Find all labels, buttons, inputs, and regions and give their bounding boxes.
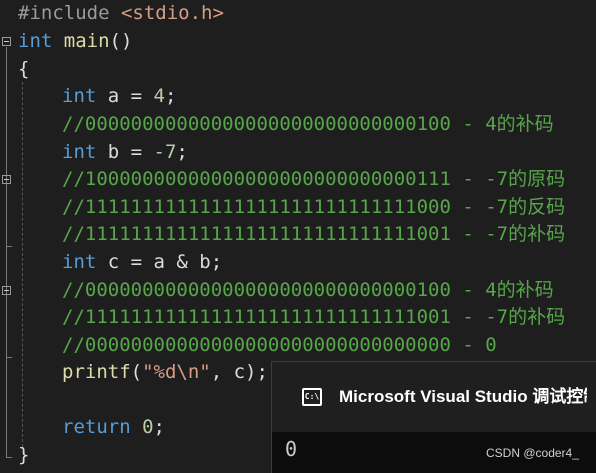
keyword-int: int [62,141,97,163]
preprocessor-directive: #include [18,2,110,24]
decl-a-line: int a = 4; [62,83,176,110]
decl-a-rest: a = [96,85,154,107]
fold-toggle-comment-b[interactable] [2,175,11,184]
return-value: 0 [142,416,154,438]
decl-b-line: int b = -7; [62,139,188,166]
fold-guide-comment-b-end [6,246,12,247]
function-name-printf: printf [62,361,131,383]
function-name-main: main [63,30,110,52]
comment-b-complement: //11111111111111111111111111111001 - -7的… [62,223,566,245]
keyword-return: return [62,416,131,438]
keyword-int: int [62,85,97,107]
format-string: "%d\n" [142,361,211,383]
decl-c-line: int c = a & b; [62,249,222,276]
return-line: return 0; [62,414,165,441]
comment-c-result: //00000000000000000000000000000000 - 0 [62,334,497,356]
open-brace: { [18,58,30,80]
include-line: #include <stdio.h> [18,0,224,27]
comment-a-complement: //00000000000000000000000000000100 - 4的补… [62,113,554,135]
decl-c-rest: c = a & b; [96,251,223,273]
console-output: 0 [285,437,298,461]
close-brace: } [18,444,30,466]
semicolon: ; [153,416,165,438]
fold-guide-comment-c-end [6,357,12,358]
main-signature: int main() [18,28,132,55]
include-header: <stdio.h> [120,2,224,24]
printf-line: printf("%d\n", c); [62,359,268,386]
parens: () [109,30,133,52]
comment-c-a: //00000000000000000000000000000100 - 4的补… [62,279,554,301]
watermark: CSDN @coder4_ [486,446,579,460]
semicolon: ; [164,85,177,107]
keyword-int: int [62,251,97,273]
decl-a-value: 4 [153,85,165,107]
console-title-bar[interactable]: C:\ Microsoft Visual Studio 调试控制台 [272,362,596,432]
comment-c-b: //11111111111111111111111111111001 - -7的… [62,306,566,328]
comment-b-inverse: //11111111111111111111111111111000 - -7的… [62,196,566,218]
fold-toggle-comment-c[interactable] [2,286,11,295]
console-app-icon: C:\ [302,388,322,406]
semicolon: ; [176,141,188,163]
decl-b-value: -7 [153,141,177,163]
keyword-int: int [18,30,53,52]
console-title: Microsoft Visual Studio 调试控制台 [339,387,587,406]
fold-toggle-main[interactable] [2,37,11,46]
fold-guide-main [6,47,7,457]
comment-b-original: //10000000000000000000000000000111 - -7的… [62,168,566,190]
decl-b-rest: b = [96,141,154,163]
indent-guide [22,82,23,447]
printf-open: ( [130,361,143,383]
printf-rest: , c); [210,361,268,383]
fold-guide-end [6,457,12,458]
